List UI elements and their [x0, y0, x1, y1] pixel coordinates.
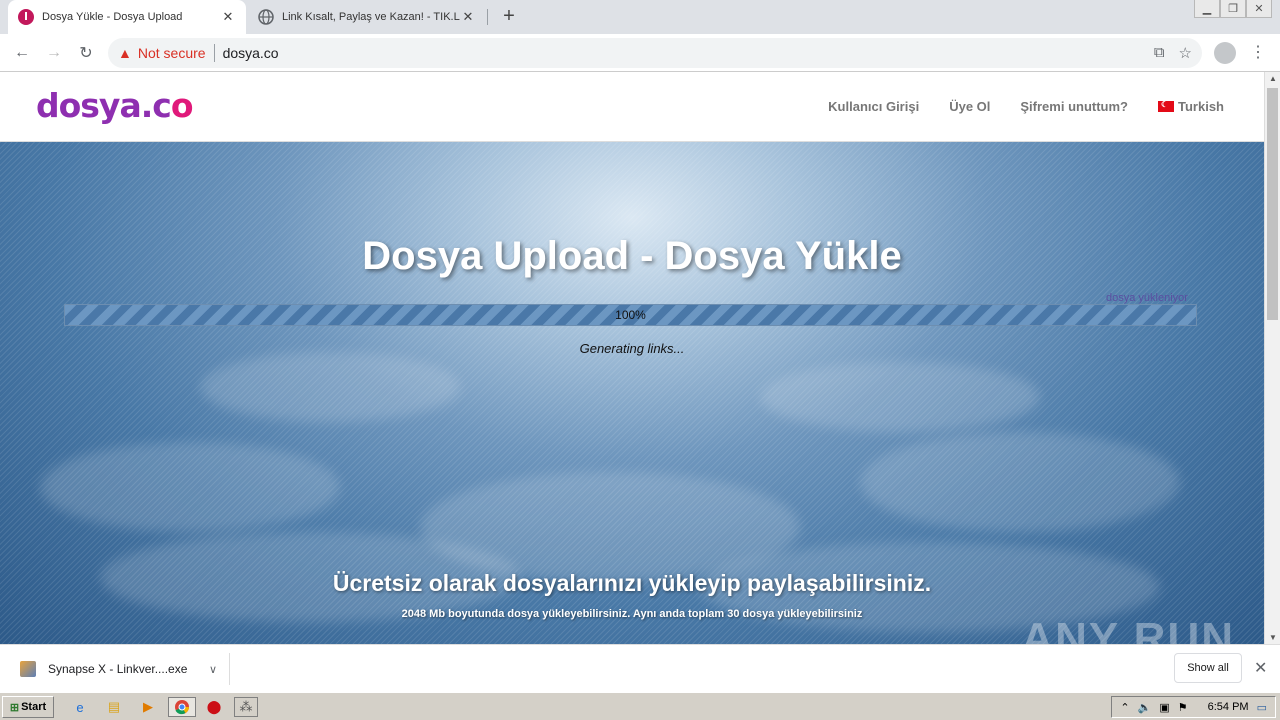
hero-section: Dosya Upload - Dosya Yükle dosya yükleni…: [0, 142, 1264, 644]
progress-percent: 100%: [615, 308, 646, 322]
globe-icon: [258, 9, 274, 25]
nav-forgot-password-link[interactable]: Şifremi unuttum?: [1020, 99, 1128, 114]
dosya-favicon: [18, 9, 34, 25]
scroll-up-arrow-icon[interactable]: ▲: [1269, 74, 1277, 83]
reload-icon[interactable]: ↻: [74, 41, 98, 65]
logo-main: dosya.c: [36, 86, 172, 125]
show-all-button[interactable]: Show all: [1174, 653, 1242, 683]
site-nav: Kullanıcı Girişi Üye Ol Şifremi unuttum?…: [828, 99, 1224, 114]
cloud-shape: [760, 362, 1040, 432]
address-bar[interactable]: ▲ Not secure dosya.co ⧉ ☆: [108, 38, 1202, 68]
hero-subtitle: Ücretsiz olarak dosyalarınızı yükleyip p…: [332, 570, 932, 596]
start-button[interactable]: ⊞ Start: [2, 696, 54, 718]
page-scrollbar[interactable]: ▲ ▼: [1264, 72, 1280, 644]
scrollbar-thumb[interactable]: [1267, 88, 1278, 320]
tab-title: Link Kısalt, Paylaş ve Kazan! - TIK.LA: [282, 11, 460, 23]
back-arrow-icon[interactable]: ←: [10, 41, 34, 65]
omnibox-actions: ⧉ ☆: [1154, 44, 1192, 62]
clock[interactable]: 6:54 PM: [1208, 701, 1249, 713]
tab-tikla[interactable]: Link Kısalt, Paylaş ve Kazan! - TIK.LA ✕: [248, 0, 486, 34]
security-label[interactable]: Not secure: [138, 45, 206, 61]
network-icon[interactable]: ▣: [1159, 701, 1169, 714]
tab-title: Dosya Yükle - Dosya Upload: [42, 11, 183, 23]
logo-accent: o: [170, 86, 194, 125]
chevron-down-icon[interactable]: ∨: [209, 663, 217, 676]
omnibox-separator: [213, 44, 215, 62]
warning-triangle-icon: ▲: [118, 45, 132, 61]
close-icon[interactable]: ✕: [1254, 658, 1267, 678]
tab-separator: [487, 9, 488, 25]
cloud-shape: [200, 352, 460, 422]
cloud-shape: [40, 442, 340, 532]
menu-dots-icon[interactable]: ⋮: [1250, 42, 1266, 62]
start-label: Start: [21, 701, 47, 713]
chrome-logo: [175, 700, 189, 715]
url-text[interactable]: dosya.co: [223, 45, 279, 61]
minimize-icon[interactable]: ▁: [1194, 0, 1220, 18]
generating-links-text: Generating links...: [579, 341, 685, 356]
cloud-shape: [860, 432, 1180, 532]
media-player-icon[interactable]: ▶: [136, 697, 160, 717]
browser-toolbar: ← → ↻ ▲ Not secure dosya.co ⧉ ☆ ⋮: [0, 34, 1280, 72]
upload-progress-bar: 100%: [64, 304, 1197, 326]
chrome-icon[interactable]: [168, 697, 196, 717]
nav-login-link[interactable]: Kullanıcı Girişi: [828, 99, 919, 114]
new-tab-button[interactable]: +: [498, 6, 520, 28]
synapse-app-icon[interactable]: ⁂: [234, 697, 258, 717]
site-logo[interactable]: dosya.co: [36, 86, 193, 125]
nav-register-link[interactable]: Üye Ol: [949, 99, 990, 114]
volume-icon[interactable]: 🔈: [1138, 701, 1152, 714]
close-icon[interactable]: ✕: [1246, 0, 1272, 18]
close-tab-icon[interactable]: ✕: [220, 9, 236, 25]
anyrun-watermark: ANY RUN: [1021, 614, 1235, 644]
tab-dosya[interactable]: Dosya Yükle - Dosya Upload ✕: [8, 0, 246, 34]
opera-icon[interactable]: ⬤: [202, 697, 226, 717]
internet-explorer-icon[interactable]: e: [68, 697, 92, 717]
download-file-name: Synapse X - Linkver....exe: [48, 662, 188, 676]
forward-arrow-icon[interactable]: →: [42, 41, 66, 65]
tray-expand-icon[interactable]: ⌃: [1120, 701, 1129, 714]
window-controls: ▁ ❐ ✕: [1194, 0, 1272, 18]
show-desktop-icon[interactable]: ▭: [1257, 701, 1267, 714]
windows-taskbar: ⊞ Start e ▤ ▶ ⬤ ⁂ ⌃ 🔈 ▣ ⚑ 6:54 PM ▭: [0, 692, 1280, 720]
turkey-flag-icon: [1158, 100, 1174, 112]
page-viewport: dosya.co Kullanıcı Girişi Üye Ol Şifremi…: [0, 72, 1280, 644]
action-center-flag-icon[interactable]: ⚑: [1178, 701, 1188, 714]
site-header: dosya.co Kullanıcı Girişi Üye Ol Şifremi…: [0, 72, 1264, 142]
hero-title: Dosya Upload - Dosya Yükle: [362, 234, 902, 278]
windows-logo-icon: ⊞: [9, 701, 20, 714]
exe-file-icon: [20, 661, 36, 677]
close-tab-icon[interactable]: ✕: [460, 9, 476, 25]
translate-icon[interactable]: ⧉: [1154, 44, 1165, 62]
bookmark-star-icon[interactable]: ☆: [1179, 44, 1192, 62]
restore-icon[interactable]: ❐: [1220, 0, 1246, 18]
language-label: Turkish: [1178, 99, 1224, 114]
scroll-down-arrow-icon[interactable]: ▼: [1269, 633, 1277, 642]
tab-strip: Dosya Yükle - Dosya Upload ✕ Link Kısalt…: [0, 0, 1280, 34]
file-explorer-icon[interactable]: ▤: [102, 697, 126, 717]
profile-avatar-icon[interactable]: [1214, 42, 1236, 64]
system-tray: ⌃ 🔈 ▣ ⚑ 6:54 PM ▭: [1111, 696, 1276, 718]
download-item[interactable]: Synapse X - Linkver....exe ∨: [14, 653, 230, 685]
language-selector[interactable]: Turkish: [1158, 99, 1224, 114]
upload-status-text: dosya yükleniyor: [1106, 292, 1188, 304]
download-shelf: Synapse X - Linkver....exe ∨ Show all ✕: [0, 644, 1280, 692]
